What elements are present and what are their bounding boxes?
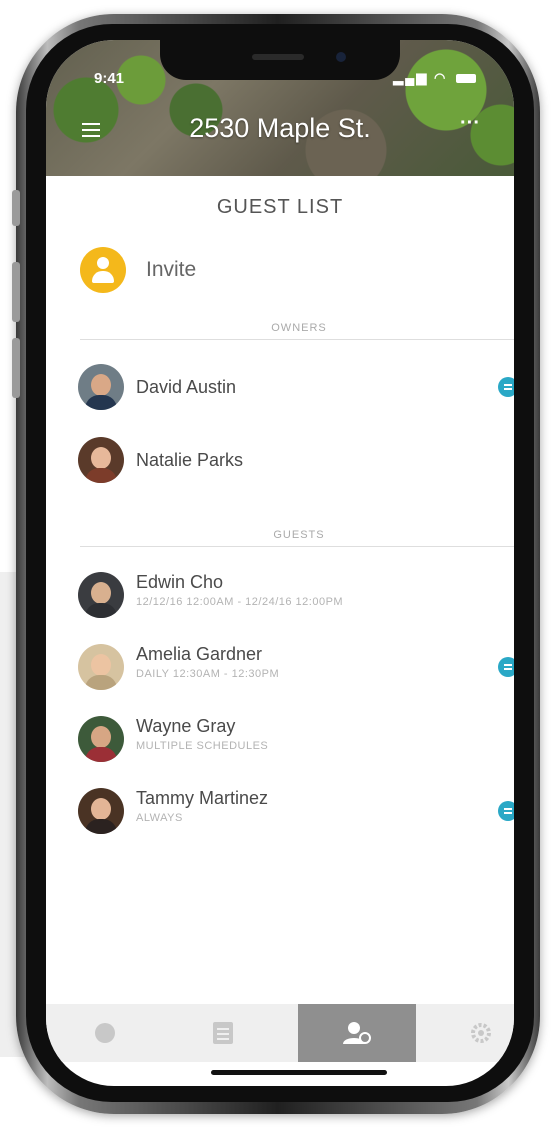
status-time: 9:41: [94, 70, 125, 87]
guest-name: Amelia Gardner: [136, 644, 263, 664]
avatar: [78, 788, 124, 834]
avatar: [78, 644, 124, 690]
owner-name: David Austin: [136, 377, 237, 397]
mute-switch: [12, 190, 20, 226]
volume-up-button: [12, 262, 20, 322]
front-camera: [336, 52, 346, 62]
avatar: [78, 572, 124, 618]
tab-guests[interactable]: [298, 1004, 416, 1062]
invite-button[interactable]: Invite: [80, 247, 280, 293]
battery-icon: [456, 74, 476, 84]
access-badge-icon[interactable]: [498, 657, 514, 677]
more-options-icon[interactable]: ···: [460, 112, 480, 135]
guest-row[interactable]: Wayne Gray MULTIPLE SCHEDULES: [78, 716, 514, 766]
speaker-grille: [252, 54, 304, 60]
wifi-icon: ◠: [434, 70, 448, 85]
owner-row[interactable]: Natalie Parks: [78, 437, 514, 487]
guest-schedule: MULTIPLE SCHEDULES: [136, 740, 269, 752]
property-title: 2530 Maple St.: [189, 113, 371, 143]
person-add-icon: [80, 247, 126, 293]
avatar: [78, 716, 124, 762]
notch: [160, 40, 400, 80]
guest-name: Wayne Gray: [136, 716, 236, 736]
avatar: [78, 437, 124, 483]
signal-icon: ▂▄▆: [393, 70, 429, 85]
invite-label: Invite: [146, 258, 197, 281]
owner-row[interactable]: David Austin: [78, 364, 514, 414]
owners-divider: [80, 339, 514, 340]
guest-name: Edwin Cho: [136, 572, 224, 592]
history-list-icon: [213, 1022, 233, 1044]
access-badge-icon[interactable]: [498, 801, 514, 821]
volume-down-button: [12, 338, 20, 398]
guests-icon: [343, 1022, 371, 1044]
access-badge-icon[interactable]: [498, 377, 514, 397]
guests-section-header: GUESTS: [273, 529, 325, 541]
home-indicator[interactable]: [211, 1070, 387, 1075]
header-banner: 9:41 ▂▄▆ ◠ 2530 Maple St. ···: [46, 40, 514, 176]
guest-row[interactable]: Tammy Martinez ALWAYS: [78, 788, 514, 838]
tab-settings[interactable]: [422, 1004, 514, 1062]
guest-row[interactable]: Amelia Gardner DAILY 12:30AM - 12:30PM: [78, 644, 514, 694]
guest-row[interactable]: Edwin Cho 12/12/16 12:00AM - 12/24/16 12…: [78, 572, 514, 622]
guests-divider: [80, 546, 514, 547]
guest-name: Tammy Martinez: [136, 788, 269, 808]
owner-name: Natalie Parks: [136, 450, 244, 470]
avatar: [78, 364, 124, 410]
lock-circle-icon: [95, 1023, 115, 1043]
phone-screen: 9:41 ▂▄▆ ◠ 2530 Maple St. ··· GUEST LIST…: [46, 40, 514, 1086]
status-icons: ▂▄▆ ◠: [393, 70, 476, 86]
guest-schedule: ALWAYS: [136, 812, 183, 824]
settings-gear-icon: [471, 1023, 491, 1043]
tab-history[interactable]: [164, 1004, 282, 1062]
guest-schedule: DAILY 12:30AM - 12:30PM: [136, 668, 280, 680]
tab-lock[interactable]: [46, 1004, 164, 1062]
owners-section-header: OWNERS: [271, 322, 327, 334]
guest-schedule: 12/12/16 12:00AM - 12/24/16 12:00PM: [136, 596, 344, 608]
tab-bar: [46, 1004, 514, 1062]
page-title: GUEST LIST: [216, 196, 344, 218]
